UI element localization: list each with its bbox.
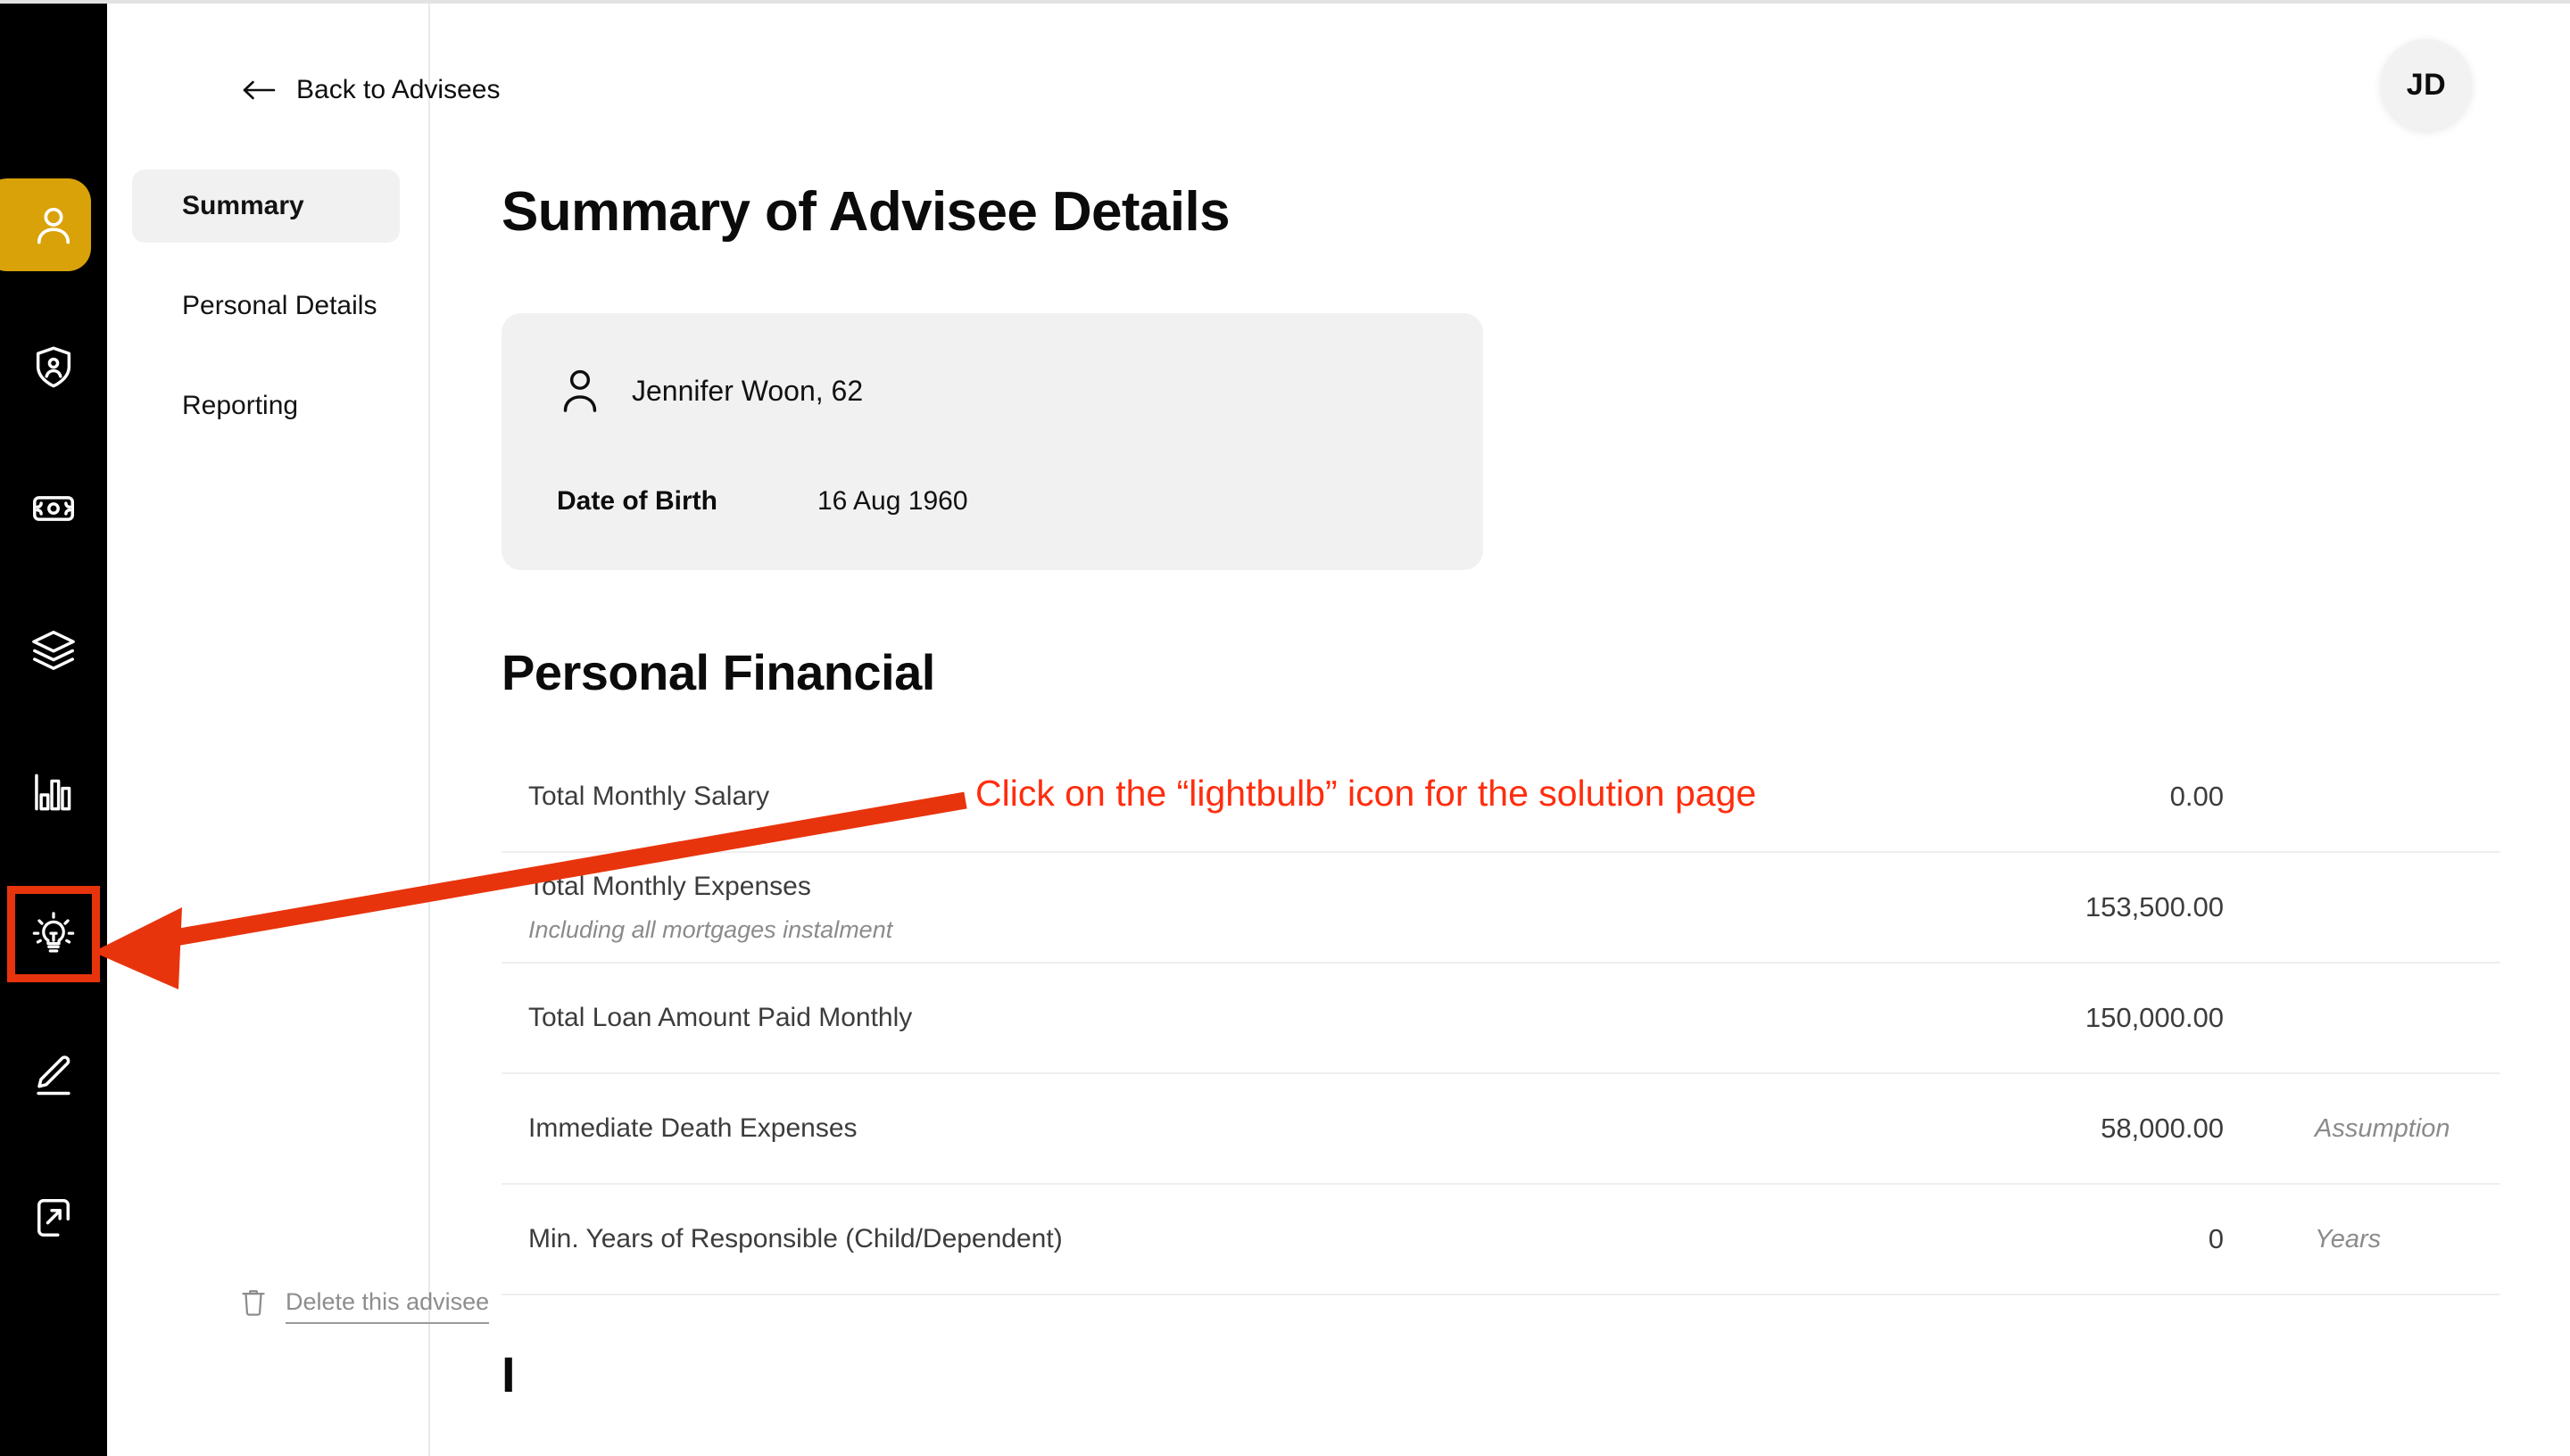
subnav-list: Summary Personal Details Reporting [107, 170, 428, 443]
table-cell-label: Immediate Death Expenses [502, 1113, 1929, 1144]
logout-icon [30, 1195, 77, 1241]
arrow-left-icon [241, 79, 277, 102]
table-cell-value: 150,000.00 [2085, 1002, 2224, 1033]
date-of-birth-value: 16 Aug 1960 [817, 486, 968, 516]
page-title: Summary of Advisee Details [502, 181, 1231, 243]
pencil-icon [30, 1053, 77, 1099]
rail-item-portfolio[interactable] [0, 604, 107, 697]
lightbulb-icon [30, 911, 77, 957]
app-window: Back to Advisees Summary Personal Detail… [0, 0, 2570, 1456]
rail-item-solution[interactable] [0, 886, 107, 982]
subnav-item-label: Reporting [182, 391, 299, 420]
content-body: Summary of Advisee Details Jennifer Woon… [430, 4, 2570, 1403]
trash-icon [239, 1286, 268, 1319]
advisee-subnav-panel: Back to Advisees Summary Personal Detail… [107, 4, 500, 1456]
rail-item-advisees[interactable] [0, 178, 107, 271]
banknote-icon [30, 485, 77, 532]
main-content: JD Summary of Advisee Details Jennifer W… [430, 4, 2570, 1456]
table-cell-note: Assumption [2315, 1113, 2450, 1143]
user-icon [30, 202, 77, 248]
row-label: Total Monthly Salary [528, 782, 770, 811]
row-label: Immediate Death Expenses [528, 1113, 858, 1143]
subnav-item-personal-details[interactable]: Personal Details [132, 269, 400, 343]
personal-financial-table: Total Monthly Salary 0.00 Total Monthly … [502, 742, 2500, 1295]
advisee-summary-card: Jennifer Woon, 62 Date of Birth 16 Aug 1… [502, 313, 1483, 570]
delete-advisee-label: Delete this advisee [286, 1288, 490, 1324]
table-cell-value: 0.00 [2169, 781, 2224, 812]
table-cell-value: 58,000.00 [2101, 1113, 2224, 1144]
date-of-birth-label: Date of Birth [557, 486, 717, 516]
row-label: Total Monthly Expenses [528, 871, 811, 901]
rail-item-logout[interactable] [0, 1171, 107, 1264]
avatar[interactable]: JD [2381, 39, 2472, 130]
table-cell-label: Total Monthly Expenses Including all mor… [502, 872, 1929, 944]
advisee-name: Jennifer Woon, 62 [632, 374, 864, 407]
row-label: Total Loan Amount Paid Monthly [528, 1003, 913, 1032]
user-icon [557, 365, 603, 417]
table-cell-label: Total Loan Amount Paid Monthly [502, 1003, 1929, 1033]
subnav-item-summary[interactable]: Summary [132, 170, 400, 243]
back-to-advisees-label: Back to Advisees [296, 75, 501, 104]
shield-user-icon [30, 343, 77, 390]
avatar-initials: JD [2406, 67, 2447, 102]
rail-item-cashflow[interactable] [0, 462, 107, 555]
delete-advisee-button[interactable]: Delete this advisee [239, 1286, 490, 1324]
table-cell-value: 153,500.00 [2085, 891, 2224, 922]
subnav-item-label: Personal Details [182, 291, 377, 320]
next-section-title-partial: I [502, 1346, 516, 1402]
table-cell-value: 0 [2208, 1223, 2224, 1254]
rail-item-notes[interactable] [0, 1030, 107, 1122]
row-sublabel: Including all mortgages instalment [528, 915, 893, 943]
section-title-personal-financial: Personal Financial [502, 644, 935, 700]
subnav-item-label: Summary [182, 191, 304, 220]
advisee-name-row: Jennifer Woon, 62 [557, 365, 1428, 417]
table-cell-label: Min. Years of Responsible (Child/Depende… [502, 1224, 1929, 1254]
row-label: Min. Years of Responsible (Child/Depende… [528, 1224, 1063, 1253]
back-to-advisees-link[interactable]: Back to Advisees [241, 75, 500, 105]
primary-icon-rail [0, 4, 107, 1456]
date-of-birth-row: Date of Birth 16 Aug 1960 [557, 486, 1428, 517]
table-row: Total Monthly Salary 0.00 [502, 742, 2500, 853]
table-row: Total Monthly Expenses Including all mor… [502, 853, 2500, 964]
table-cell-note: Years [2315, 1224, 2382, 1253]
bar-chart-icon [30, 769, 77, 815]
rail-item-protection[interactable] [0, 320, 107, 413]
table-row: Total Loan Amount Paid Monthly 150,000.0… [502, 964, 2500, 1074]
rail-item-analytics[interactable] [0, 746, 107, 839]
table-row: Min. Years of Responsible (Child/Depende… [502, 1185, 2500, 1295]
table-row: Immediate Death Expenses 58,000.00 Assum… [502, 1074, 2500, 1185]
layers-icon [30, 627, 77, 674]
subnav-item-reporting[interactable]: Reporting [132, 369, 400, 443]
table-cell-label: Total Monthly Salary [502, 782, 1929, 812]
